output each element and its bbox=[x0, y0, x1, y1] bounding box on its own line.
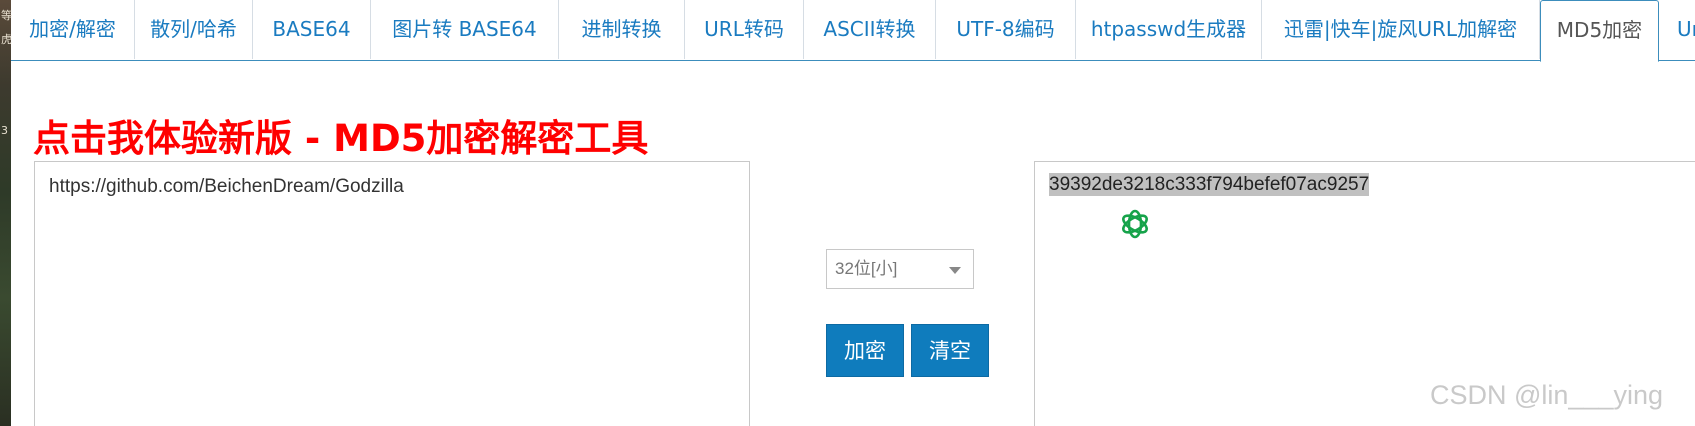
tool-tab-bar: 加密/解密 散列/哈希 BASE64 图片转 BASE64 进制转换 URL转码… bbox=[11, 0, 1695, 62]
tab-ascii-convert[interactable]: ASCII转换 bbox=[804, 0, 936, 59]
md5-mode-selected: 32位[小] bbox=[835, 259, 898, 278]
md5-mode-select[interactable]: 32位[小] bbox=[826, 249, 974, 289]
csdn-watermark: CSDN @lin___ying bbox=[1430, 380, 1664, 410]
plaintext-value: https://github.com/BeichenDream/Godzilla bbox=[49, 176, 404, 197]
chevron-down-icon bbox=[949, 267, 961, 274]
tab-radix-convert[interactable]: 进制转换 bbox=[559, 0, 685, 59]
tab-encrypt-decrypt[interactable]: 加密/解密 bbox=[11, 0, 135, 59]
strip-char-3: 3 bbox=[1, 124, 8, 137]
clear-button[interactable]: 清空 bbox=[911, 324, 989, 377]
chatgpt-logo-icon[interactable] bbox=[1115, 204, 1155, 244]
encrypt-button[interactable]: 加密 bbox=[826, 324, 904, 377]
tab-htpasswd-generator[interactable]: htpasswd生成器 bbox=[1076, 0, 1262, 59]
tab-thunder-url-codec[interactable]: 迅雷|快车|旋风URL加解密 bbox=[1262, 0, 1540, 59]
new-version-link[interactable]: 点击我体验新版 - MD5加密解密工具 bbox=[33, 108, 648, 162]
tab-unicode[interactable]: Uni bbox=[1659, 0, 1695, 59]
tab-hash[interactable]: 散列/哈希 bbox=[135, 0, 253, 59]
background-window-strip: 等 虎 3 bbox=[0, 0, 12, 426]
md5-output-value: 39392de3218c333f794befef07ac9257 bbox=[1049, 173, 1370, 196]
tab-base64[interactable]: BASE64 bbox=[253, 0, 371, 59]
tab-md5-encrypt[interactable]: MD5加密 bbox=[1540, 0, 1659, 62]
plaintext-input[interactable]: https://github.com/BeichenDream/Godzilla bbox=[34, 161, 750, 426]
page: 等 虎 3 加密/解密 散列/哈希 BASE64 图片转 BASE64 进制转换… bbox=[0, 0, 1695, 426]
tab-utf8-encode[interactable]: UTF-8编码 bbox=[936, 0, 1076, 59]
tab-image-base64[interactable]: 图片转 BASE64 bbox=[371, 0, 559, 59]
tab-url-encode[interactable]: URL转码 bbox=[685, 0, 804, 59]
